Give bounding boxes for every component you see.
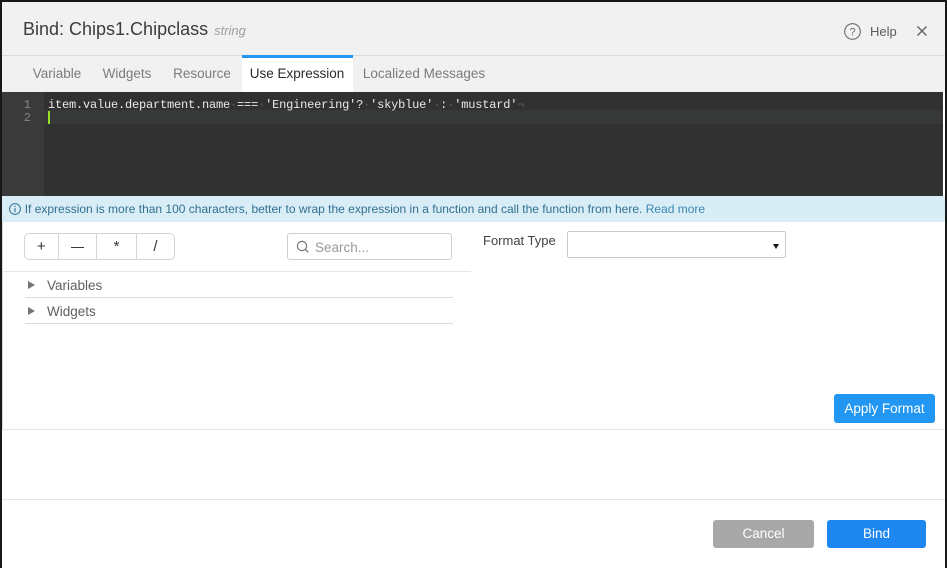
svg-text:?: ? bbox=[849, 26, 855, 38]
